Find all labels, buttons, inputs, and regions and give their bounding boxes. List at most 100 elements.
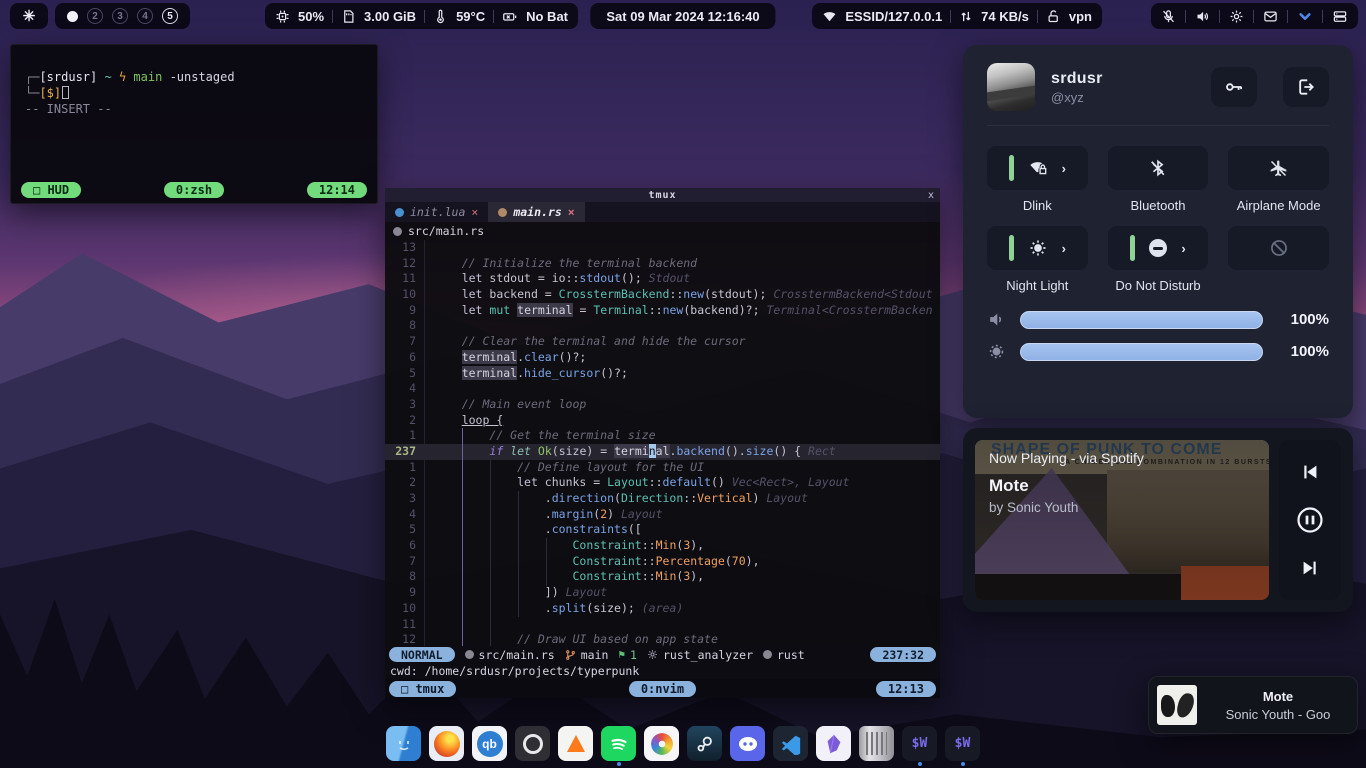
- tmux-window-name[interactable]: □ HUD: [21, 182, 81, 198]
- qbittorrent-icon[interactable]: qb: [472, 726, 507, 761]
- toggle-blank[interactable]: [1228, 226, 1329, 270]
- firefox-icon[interactable]: [429, 726, 464, 761]
- panel-toggle-chevron-icon[interactable]: [1297, 9, 1313, 24]
- next-track-button[interactable]: [1299, 557, 1321, 579]
- temperature-icon: [433, 9, 448, 24]
- discord-icon[interactable]: [730, 726, 765, 761]
- workspace-1[interactable]: [67, 11, 78, 22]
- divider: [424, 10, 425, 23]
- chevron-right-icon[interactable]: ›: [1062, 161, 1066, 176]
- ram-icon: [341, 9, 356, 24]
- tab-init-lua[interactable]: init.lua ×: [385, 202, 488, 222]
- clock-widget[interactable]: Sat 09 Mar 2024 12:16:40: [590, 3, 775, 29]
- lock-keys-button[interactable]: [1211, 67, 1257, 107]
- toggle-bluetooth[interactable]: [1108, 146, 1209, 190]
- layout-tray-icon[interactable]: [1332, 9, 1348, 24]
- notification-popup[interactable]: Mote Sonic Youth - Goo: [1148, 676, 1358, 734]
- workspace-switcher[interactable]: 2345: [55, 3, 190, 29]
- dock-item-file-manager[interactable]: [386, 726, 421, 766]
- media-player-widget: SHAPE OF PUNK TO COME A CHIMERICAL BOMBI…: [963, 428, 1353, 612]
- dock-item-dollar-w[interactable]: $W: [945, 726, 980, 766]
- user-handle: @xyz: [1051, 90, 1187, 105]
- speaker-icon[interactable]: [1195, 9, 1210, 24]
- workspace-3[interactable]: 3: [112, 8, 128, 24]
- file-manager-face-icon: [392, 732, 416, 756]
- trash-icon[interactable]: [859, 726, 894, 761]
- logout-button[interactable]: [1283, 67, 1329, 107]
- cpu-icon: [275, 9, 290, 24]
- volume-slider[interactable]: [1020, 311, 1263, 329]
- workspace-5[interactable]: 5: [162, 8, 178, 24]
- dock-item-spotify[interactable]: [601, 726, 636, 766]
- notification-title: Mote: [1207, 689, 1349, 704]
- nvim-statusline: NORMAL src/main.rs main ⚑1 rust_analyzer…: [385, 646, 940, 663]
- dollar-w-icon[interactable]: $W: [902, 726, 937, 761]
- toggle-label: Do Not Disturb: [1108, 278, 1209, 294]
- dock-item-obsidian[interactable]: [816, 726, 851, 766]
- file-manager-icon[interactable]: [386, 726, 421, 761]
- tab-close-icon[interactable]: ×: [471, 205, 478, 219]
- obsidian-icon[interactable]: [816, 726, 851, 761]
- editor-window[interactable]: tmux x init.lua × main.rs × src/main.rs: [385, 188, 940, 698]
- dock-item-discord[interactable]: [730, 726, 765, 766]
- toggle-airplane-mode[interactable]: [1228, 146, 1329, 190]
- system-stats-widget: 50% 3.00 GiB 59°C No Bat: [265, 3, 578, 29]
- previous-track-button[interactable]: [1299, 461, 1321, 483]
- toggle-label: Dlink: [987, 198, 1088, 214]
- toggle-night-light[interactable]: ›: [987, 226, 1088, 270]
- chevron-right-icon[interactable]: ›: [1181, 241, 1185, 256]
- steam-icon[interactable]: [687, 726, 722, 761]
- vlc-icon[interactable]: [558, 726, 593, 761]
- tmux-clock: 12:13: [876, 681, 936, 697]
- tab-main-rs[interactable]: main.rs ×: [488, 202, 584, 222]
- dock-item-trash[interactable]: [859, 726, 894, 766]
- user-section: srdusr @xyz: [987, 63, 1329, 126]
- photos-icon[interactable]: [644, 726, 679, 761]
- dock-item-vlc[interactable]: [558, 726, 593, 766]
- brightness-slider[interactable]: [1020, 343, 1263, 361]
- obsidian-gem-icon: [823, 733, 845, 755]
- diagnostic-count: 1: [630, 648, 637, 662]
- window-title: tmux: [403, 190, 922, 201]
- dock-item-vscode[interactable]: [773, 726, 808, 766]
- dock-item-firefox[interactable]: [429, 726, 464, 766]
- dock-item-steam[interactable]: [687, 726, 722, 766]
- workspace-2[interactable]: 2: [87, 8, 103, 24]
- tmux-session-label[interactable]: 0:nvim: [629, 681, 696, 697]
- toggle-wifi-dlink[interactable]: ›: [987, 146, 1088, 190]
- code-line: 7 // Clear the terminal and hide the cur…: [385, 334, 940, 350]
- mail-icon[interactable]: [1263, 9, 1278, 24]
- dock-item-photos[interactable]: [644, 726, 679, 766]
- dock-item-obs[interactable]: [515, 726, 550, 766]
- vscode-icon[interactable]: [773, 726, 808, 761]
- close-window-button[interactable]: x: [922, 190, 940, 201]
- tmux-session-label[interactable]: 0:zsh: [164, 182, 224, 198]
- divider: [493, 10, 494, 23]
- mic-muted-icon[interactable]: [1161, 9, 1176, 24]
- battery-status: No Bat: [526, 9, 568, 24]
- launcher-button[interactable]: ✳: [10, 3, 48, 29]
- obs-icon[interactable]: [515, 726, 550, 761]
- code-area[interactable]: 1312 // Initialize the terminal backend1…: [385, 240, 940, 646]
- dock-item-qbittorrent[interactable]: qb: [472, 726, 507, 766]
- spotify-waves-icon: [607, 732, 631, 756]
- settings-gear-icon[interactable]: [1229, 9, 1244, 24]
- tab-close-icon[interactable]: ×: [568, 205, 575, 219]
- workspace-4[interactable]: 4: [137, 8, 153, 24]
- dock-item-dollar-w[interactable]: $W: [902, 726, 937, 766]
- divider: [1037, 10, 1038, 23]
- active-indicator: [1130, 235, 1135, 261]
- chevron-right-icon[interactable]: ›: [1062, 241, 1066, 256]
- git-state: -unstaged: [170, 70, 235, 84]
- lsp-name: rust_analyzer: [663, 648, 753, 662]
- running-indicator: [617, 762, 621, 766]
- running-indicator: [918, 762, 922, 766]
- dollar-w-icon[interactable]: $W: [945, 726, 980, 761]
- tmux-window-name[interactable]: □ tmux: [389, 681, 456, 697]
- terminal-window[interactable]: ┌─[srdusr] ~ ϟ main -unstaged └─[$] -- I…: [10, 44, 378, 204]
- datetime: Sat 09 Mar 2024 12:16:40: [606, 9, 759, 24]
- spotify-icon[interactable]: [601, 726, 636, 761]
- rust-file-icon: [393, 227, 402, 236]
- toggle-do-not-disturb[interactable]: ›: [1108, 226, 1209, 270]
- pause-button[interactable]: [1295, 505, 1325, 535]
